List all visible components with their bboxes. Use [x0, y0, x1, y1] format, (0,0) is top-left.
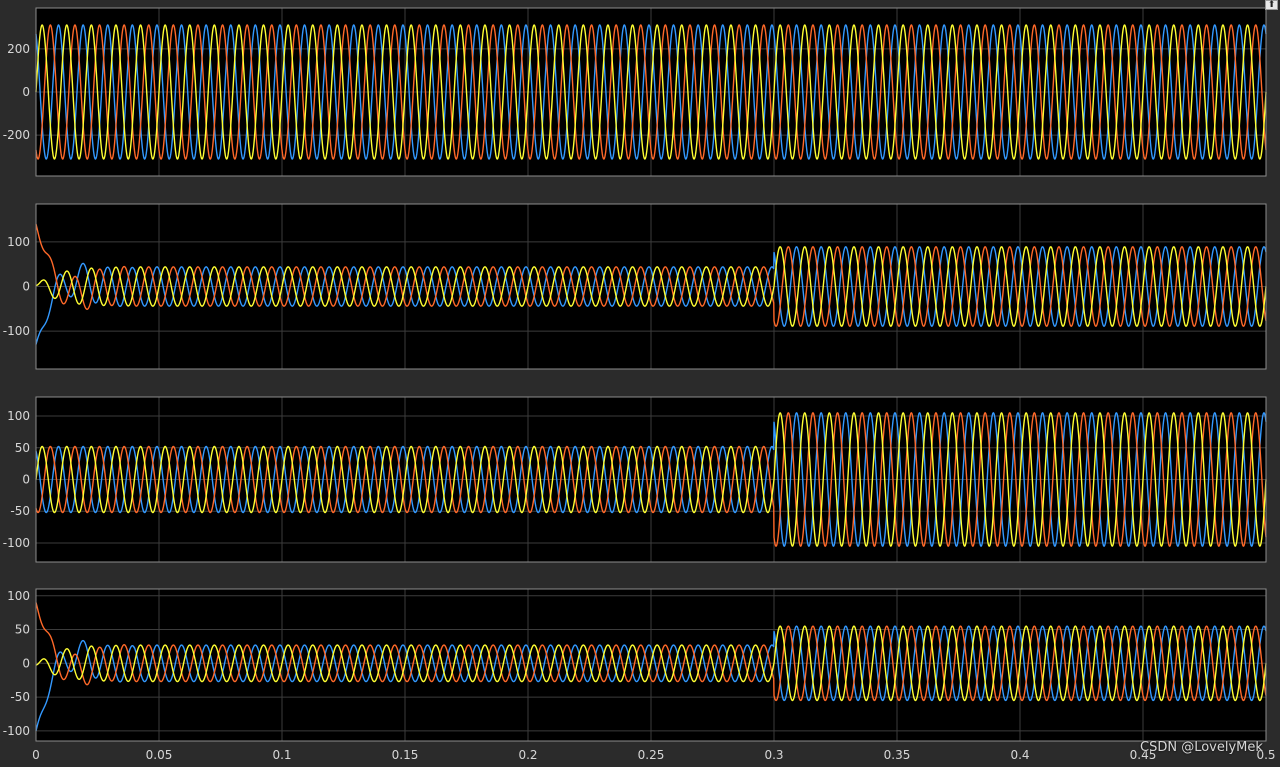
scope-panel-1: -200 0 200: [3, 7, 1267, 177]
scope-panel-3: -100 -50 0 50 100: [3, 396, 1267, 563]
x-tick-label: 0.3: [764, 748, 783, 762]
y-tick-label: 50: [15, 441, 30, 455]
scope-figure: -2000200-1000100-100-50050100-100-500501…: [3, 7, 1276, 762]
y-tick-label: 0: [22, 656, 30, 670]
y-tick-label: -50: [10, 504, 30, 518]
y-tick-label: 0: [22, 280, 30, 294]
x-tick-label: 0.2: [518, 748, 537, 762]
y-tick-label: -200: [3, 128, 30, 142]
y-tick-label: 200: [7, 42, 30, 56]
x-tick-label: 0.05: [146, 748, 173, 762]
y-tick-label: 50: [15, 623, 30, 637]
x-tick-label: 0.1: [272, 748, 291, 762]
x-tick-label: 0.4: [1010, 748, 1029, 762]
watermark: CSDN @LovelyMek: [1140, 740, 1263, 755]
y-tick-label: -100: [3, 324, 30, 338]
undock-icon[interactable]: ⬆: [1265, 0, 1278, 10]
y-tick-label: -100: [3, 536, 30, 550]
y-tick-label: 100: [7, 409, 30, 423]
scope-panel-4: -100 -50 0 50 100 0 0.05 0.1 0.15 0.2 0.25 0.3 0.35 0…: [3, 588, 1276, 762]
scope-panel-2: -100 0 100: [3, 203, 1267, 370]
y-tick-label: 0: [22, 85, 30, 99]
y-tick-label: 0: [22, 473, 30, 487]
x-tick-label: 0.15: [392, 748, 419, 762]
y-tick-label: 100: [7, 589, 30, 603]
y-tick-label: -100: [3, 724, 30, 738]
x-tick-label: 0.35: [884, 748, 911, 762]
y-tick-label: 100: [7, 235, 30, 249]
y-tick-label: -50: [10, 690, 30, 704]
x-tick-label: 0: [32, 748, 40, 762]
x-tick-label: 0.25: [638, 748, 665, 762]
